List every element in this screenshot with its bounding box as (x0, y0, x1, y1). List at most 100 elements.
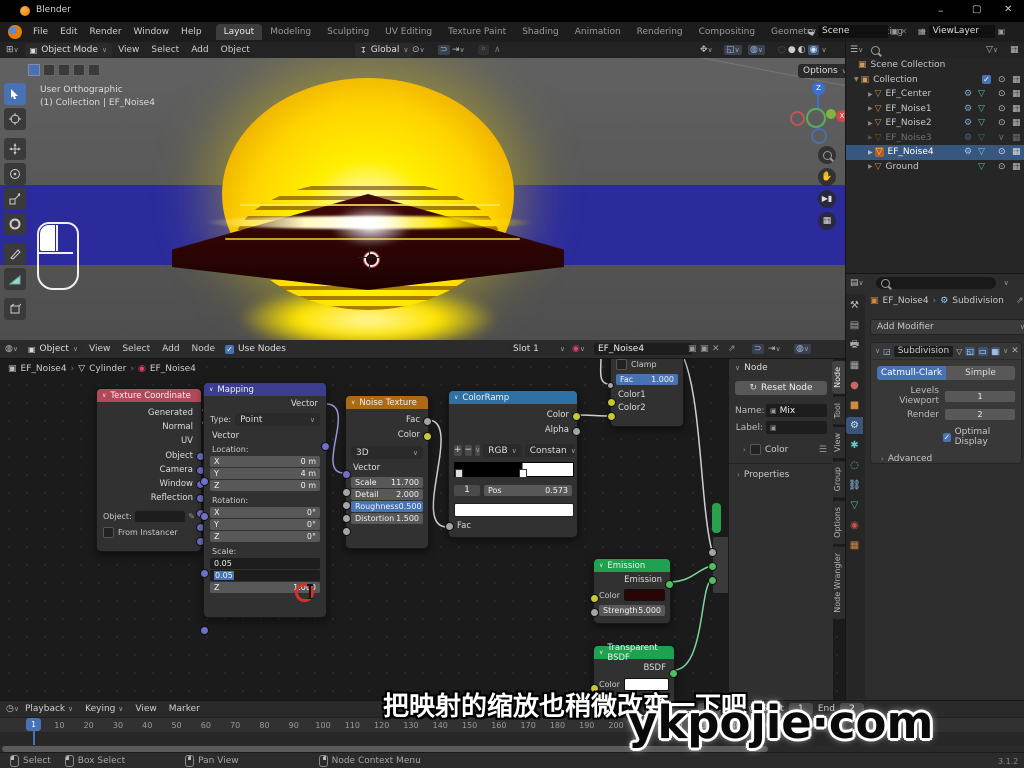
viewport-options-dropdown[interactable]: Options∨ (798, 64, 845, 78)
shading-dropdown-icon[interactable]: ∨ (821, 46, 826, 54)
shader-type-dropdown[interactable]: ▣Object∨ (23, 342, 83, 356)
noise-roughness-field[interactable]: Roughness0.500 (351, 501, 423, 512)
menu-edit[interactable]: Edit (54, 27, 83, 37)
tab-material-icon[interactable]: ◉ (846, 517, 863, 534)
mix-fac-field[interactable]: Fac1.000 (616, 374, 678, 385)
render-toggle-icon[interactable]: ▦ (991, 347, 1001, 356)
node-mix-shader-header-partial[interactable] (712, 503, 721, 533)
socket-emission-strength[interactable] (590, 608, 599, 617)
tool-add-cube[interactable] (4, 298, 26, 320)
ramp-remove-stop-button[interactable]: − (465, 445, 473, 456)
expand-icon[interactable]: ▶ (868, 163, 873, 170)
workspace-tab-shading[interactable]: Shading (514, 24, 567, 40)
shader-menu-select[interactable]: Select (116, 344, 156, 354)
gizmo-y-axis[interactable] (806, 108, 826, 128)
tab-viewlayer-icon[interactable]: ▦ (846, 357, 863, 374)
gizmo-z-neg[interactable] (811, 128, 827, 144)
outliner-row-object[interactable]: ▶ ▽ EF_Noise2 ⚙ ▽ ⊙ ▦ (846, 116, 1024, 131)
sidebar-tab-group[interactable]: Group (832, 461, 845, 497)
camera-icon[interactable]: ▦ (1012, 147, 1021, 157)
tab-object-icon[interactable]: ■ (846, 397, 863, 414)
tab-modifiers-icon-active[interactable]: ⚙ (846, 417, 863, 434)
timeline-menu-marker[interactable]: Marker (163, 704, 206, 714)
new-scene-icon[interactable]: ▣ (891, 27, 899, 36)
noise-output-fac[interactable]: Fac (346, 413, 420, 428)
node-mapping[interactable]: ∨Mapping Vector Type: Point∨ Vector Loca… (203, 382, 327, 618)
eye-closed-icon[interactable]: ∨ (998, 133, 1005, 143)
ramp-add-stop-button[interactable]: + (454, 445, 462, 456)
sidebar-tab-tool[interactable]: Tool (832, 397, 845, 425)
tool-rotate[interactable] (4, 163, 26, 185)
camera-icon[interactable]: ▦ (1012, 104, 1021, 114)
emission-color-swatch[interactable] (624, 589, 665, 601)
fake-user-icon[interactable]: ▣ (688, 344, 697, 354)
collection-camera-icon[interactable]: ▦ (1012, 75, 1021, 85)
eye-icon[interactable]: ⊙ (998, 104, 1006, 114)
new-viewlayer-icon[interactable]: ▣ (998, 27, 1006, 36)
mini-icon-4[interactable] (73, 64, 85, 76)
output-generated[interactable]: Generated (97, 406, 193, 420)
socket-noise-fac[interactable] (423, 417, 432, 426)
socket-ramp-alpha[interactable] (572, 427, 581, 436)
tool-scale[interactable] (4, 188, 26, 210)
pin-icon[interactable]: ⇗ (728, 344, 736, 354)
eye-icon[interactable]: ⊙ (998, 162, 1006, 172)
snap-magnet-icon[interactable]: ⊃ (438, 45, 450, 55)
ramp-interpolation-dropdown[interactable]: Constan∨ (525, 444, 575, 457)
noise-dimensions-dropdown[interactable]: 3D∨ (351, 446, 423, 459)
overlays-icon[interactable]: ◱∨ (724, 45, 742, 55)
edit-mode-toggle-icon[interactable]: ▽ (956, 347, 962, 356)
tool-select-box[interactable] (4, 83, 26, 105)
outliner-display-mode-icon[interactable]: ☰∨ (850, 45, 863, 55)
outliner-row-collection[interactable]: ▼ ▣ Collection ✓ ⊙ ▦ (846, 73, 1024, 88)
outliner-search-icon[interactable] (871, 46, 880, 55)
socket-noise-distortion[interactable] (342, 527, 351, 536)
workspace-tab-sculpting[interactable]: Sculpting (319, 24, 377, 40)
navigation-gizmo[interactable]: Z X (786, 80, 842, 140)
tool-transform[interactable] (4, 213, 26, 235)
viewport-menu-view[interactable]: View (112, 45, 145, 55)
eye-icon[interactable]: ⊙ (998, 118, 1006, 128)
menu-render[interactable]: Render (84, 27, 128, 37)
levels-viewport-field[interactable]: 1 (945, 391, 1015, 402)
workspace-tab-texturepaint[interactable]: Texture Paint (440, 24, 514, 40)
socket-hidden-fac[interactable] (708, 548, 717, 557)
snap-node-dropdown-icon[interactable]: ⇥∨ (768, 344, 781, 354)
location-x-field[interactable]: X0 m (210, 456, 320, 467)
noise-distortion-field[interactable]: Distortion1.500 (351, 513, 423, 524)
tab-data-icon[interactable]: ▽ (846, 497, 863, 514)
modifier-extras-icon[interactable]: ∨ (1003, 347, 1008, 355)
properties-search-field[interactable] (876, 277, 996, 289)
mapping-output-label[interactable]: Vector (204, 396, 326, 409)
noise-output-color[interactable]: Color (346, 428, 420, 443)
maximize-button[interactable]: ▢ (972, 4, 981, 15)
ramp-color-mode-dropdown[interactable]: RGB∨ (483, 444, 522, 457)
noise-detail-field[interactable]: Detail2.000 (351, 489, 423, 500)
socket-noise-vector[interactable] (342, 470, 351, 479)
tab-physics-icon[interactable]: ◌ (846, 457, 863, 474)
socket-noise-roughness[interactable] (342, 514, 351, 523)
ramp-output-alpha[interactable]: Alpha (449, 423, 569, 438)
properties-expand-icon[interactable]: › (737, 471, 740, 479)
socket-mapping-vector-in[interactable] (200, 477, 209, 486)
workspace-tab-compositing[interactable]: Compositing (691, 24, 763, 40)
node-emission[interactable]: ∨Emission Emission Color Strength5.000 (593, 558, 671, 624)
mini-icon-5[interactable] (88, 64, 100, 76)
gizmo-y-pos[interactable] (826, 109, 836, 119)
tab-render-icon[interactable]: ▤ (846, 317, 863, 334)
orientation-dropdown[interactable]: ↧Global∨ (355, 43, 414, 57)
copy-material-icon[interactable]: ▣ (700, 344, 709, 354)
slot-dropdown[interactable]: Slot 1∨ (508, 342, 570, 356)
outliner-row-object-hidden[interactable]: ▶ ▽ EF_Noise3 ⚙ ▽ ∨ ▦ (846, 131, 1024, 146)
breadcrumb-object[interactable]: EF_Noise4 (883, 296, 929, 306)
viewport-menu-add[interactable]: Add (185, 45, 214, 55)
workspace-tab-uvediting[interactable]: UV Editing (377, 24, 440, 40)
ramp-stop-1-active[interactable] (519, 469, 527, 478)
sidebar-tab-node[interactable]: Node (832, 361, 845, 394)
breadcrumb-modifier[interactable]: Subdivision (952, 296, 1004, 306)
shader-menu-add[interactable]: Add (156, 344, 185, 354)
material-name-field[interactable]: EF_Noise4 (594, 343, 692, 355)
node-label-field[interactable]: ▣ (766, 421, 827, 434)
output-window[interactable]: Window (97, 477, 193, 491)
workspace-tab-rendering[interactable]: Rendering (629, 24, 691, 40)
